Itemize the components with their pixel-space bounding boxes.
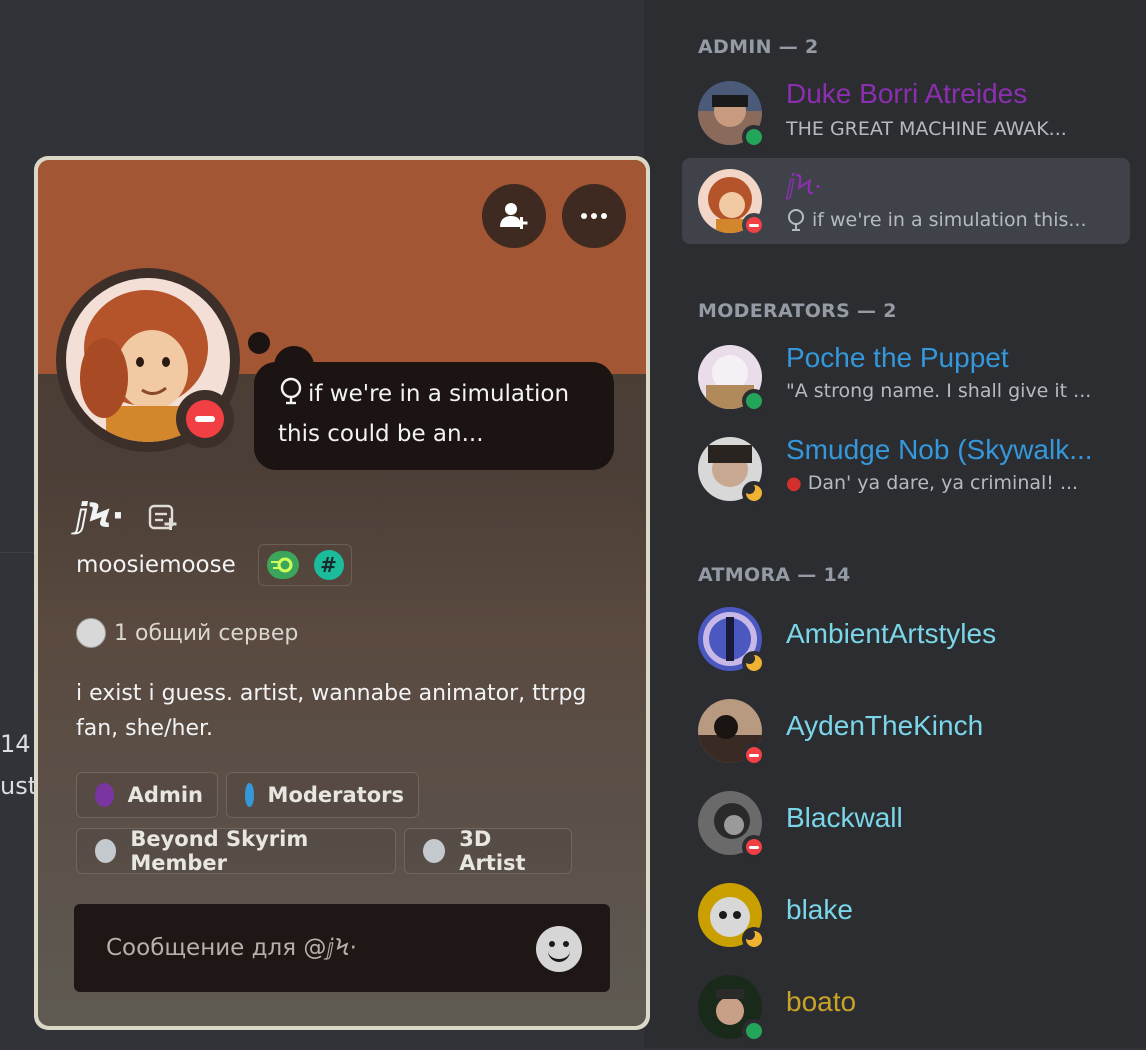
profile-bio: i exist i guess. artist, wannabe animato… (76, 681, 587, 741)
role-admin[interactable]: Admin (76, 772, 218, 818)
member-duke-borri[interactable]: Duke Borri Atreides THE GREAT MACHINE AW… (682, 70, 1130, 156)
profile-popout: if we're in a simulation this could be a… (34, 156, 650, 1030)
display-name: ⅉϞ· (76, 496, 125, 536)
member-list: ADMIN — 2 Duke Borri Atreides THE GREAT … (666, 0, 1146, 1048)
custom-status-text: if we're in a simulation this could be a… (278, 381, 570, 447)
member-smudge-nob[interactable]: Smudge Nob (Skywalk... ● Dan' ya dare, y… (682, 426, 1130, 512)
status-idle (742, 651, 766, 675)
status-dnd (176, 390, 234, 448)
member-activity: THE GREAT MACHINE AWAK... (786, 118, 1067, 140)
member-activity: if we're in a simulation this... (786, 208, 1116, 232)
status-online (742, 389, 766, 413)
member-aydenthekinch[interactable]: AydenTheKinch (682, 688, 1130, 774)
role-color-dot (95, 783, 114, 807)
status-idle (742, 927, 766, 951)
member-name: Blackwall (786, 802, 903, 833)
role-3d-artist[interactable]: 3D Artist (404, 827, 572, 875)
status-online (742, 1019, 766, 1043)
status-dnd (742, 835, 766, 859)
status-online (742, 125, 766, 149)
member-name: AmbientArtstyles (786, 618, 997, 649)
member-name: ⅉϞ· (786, 169, 823, 200)
group-title-admin: ADMIN — 2 (698, 36, 819, 58)
lightbulb-icon (278, 377, 304, 416)
add-friend-icon (500, 203, 528, 229)
status-idle (742, 481, 766, 505)
thought-bubble-dot (248, 332, 270, 354)
more-icon (581, 213, 607, 219)
emoji-icon[interactable] (536, 926, 582, 972)
member-ambientartstyles[interactable]: AmbientArtstyles (682, 596, 1130, 682)
group-title-moderators: MODERATORS — 2 (698, 300, 897, 322)
mutual-servers[interactable]: 1 общий сервер (76, 618, 298, 648)
role-color-dot (245, 783, 254, 807)
note-icon[interactable] (148, 504, 178, 536)
server-icon (76, 618, 106, 648)
member-poche[interactable]: Poche the Puppet "A strong name. I shall… (682, 334, 1130, 420)
member-name: Poche the Puppet (786, 342, 1009, 373)
member-blackwall[interactable]: Blackwall (682, 780, 1130, 866)
role-color-dot (95, 839, 117, 863)
member-name: boato (786, 986, 857, 1017)
role-moderators[interactable]: Moderators (226, 772, 419, 818)
member-blake[interactable]: blake (682, 872, 1130, 958)
more-options-button[interactable] (562, 184, 626, 248)
status-dnd (742, 213, 766, 237)
member-name: Smudge Nob (Skywalk... (786, 434, 1093, 465)
member-name: blake (786, 894, 853, 925)
member-selected-user[interactable]: ⅉϞ· if we're in a simulation this... (682, 158, 1130, 244)
custom-status-bubble[interactable]: if we're in a simulation this could be a… (254, 362, 614, 470)
add-friend-button[interactable] (482, 184, 546, 248)
member-activity: "A strong name. I shall give it ... (786, 380, 1092, 402)
role-color-dot (423, 839, 446, 863)
message-placeholder: Сообщение для @ⅉϞ· (106, 935, 357, 961)
member-boato[interactable]: boato (682, 964, 1130, 1050)
profile-card: if we're in a simulation this could be a… (38, 160, 646, 1026)
lightbulb-icon (788, 209, 804, 231)
badge-group: # (258, 544, 352, 586)
group-title-atmora: ATMORA — 14 (698, 564, 851, 586)
hashtag-badge-icon[interactable]: # (313, 550, 344, 580)
rose-icon: ● (786, 472, 802, 494)
username[interactable]: moosiemoose (76, 552, 236, 578)
speed-badge-icon[interactable] (266, 551, 299, 579)
member-name: AydenTheKinch (786, 710, 984, 741)
status-dnd (742, 743, 766, 767)
message-input[interactable]: Сообщение для @ⅉϞ· (74, 904, 610, 992)
member-activity: ● Dan' ya dare, ya criminal! ... (786, 472, 1079, 494)
member-name: Duke Borri Atreides (786, 78, 1028, 109)
role-beyond-skyrim-member[interactable]: Beyond Skyrim Member (76, 827, 396, 875)
